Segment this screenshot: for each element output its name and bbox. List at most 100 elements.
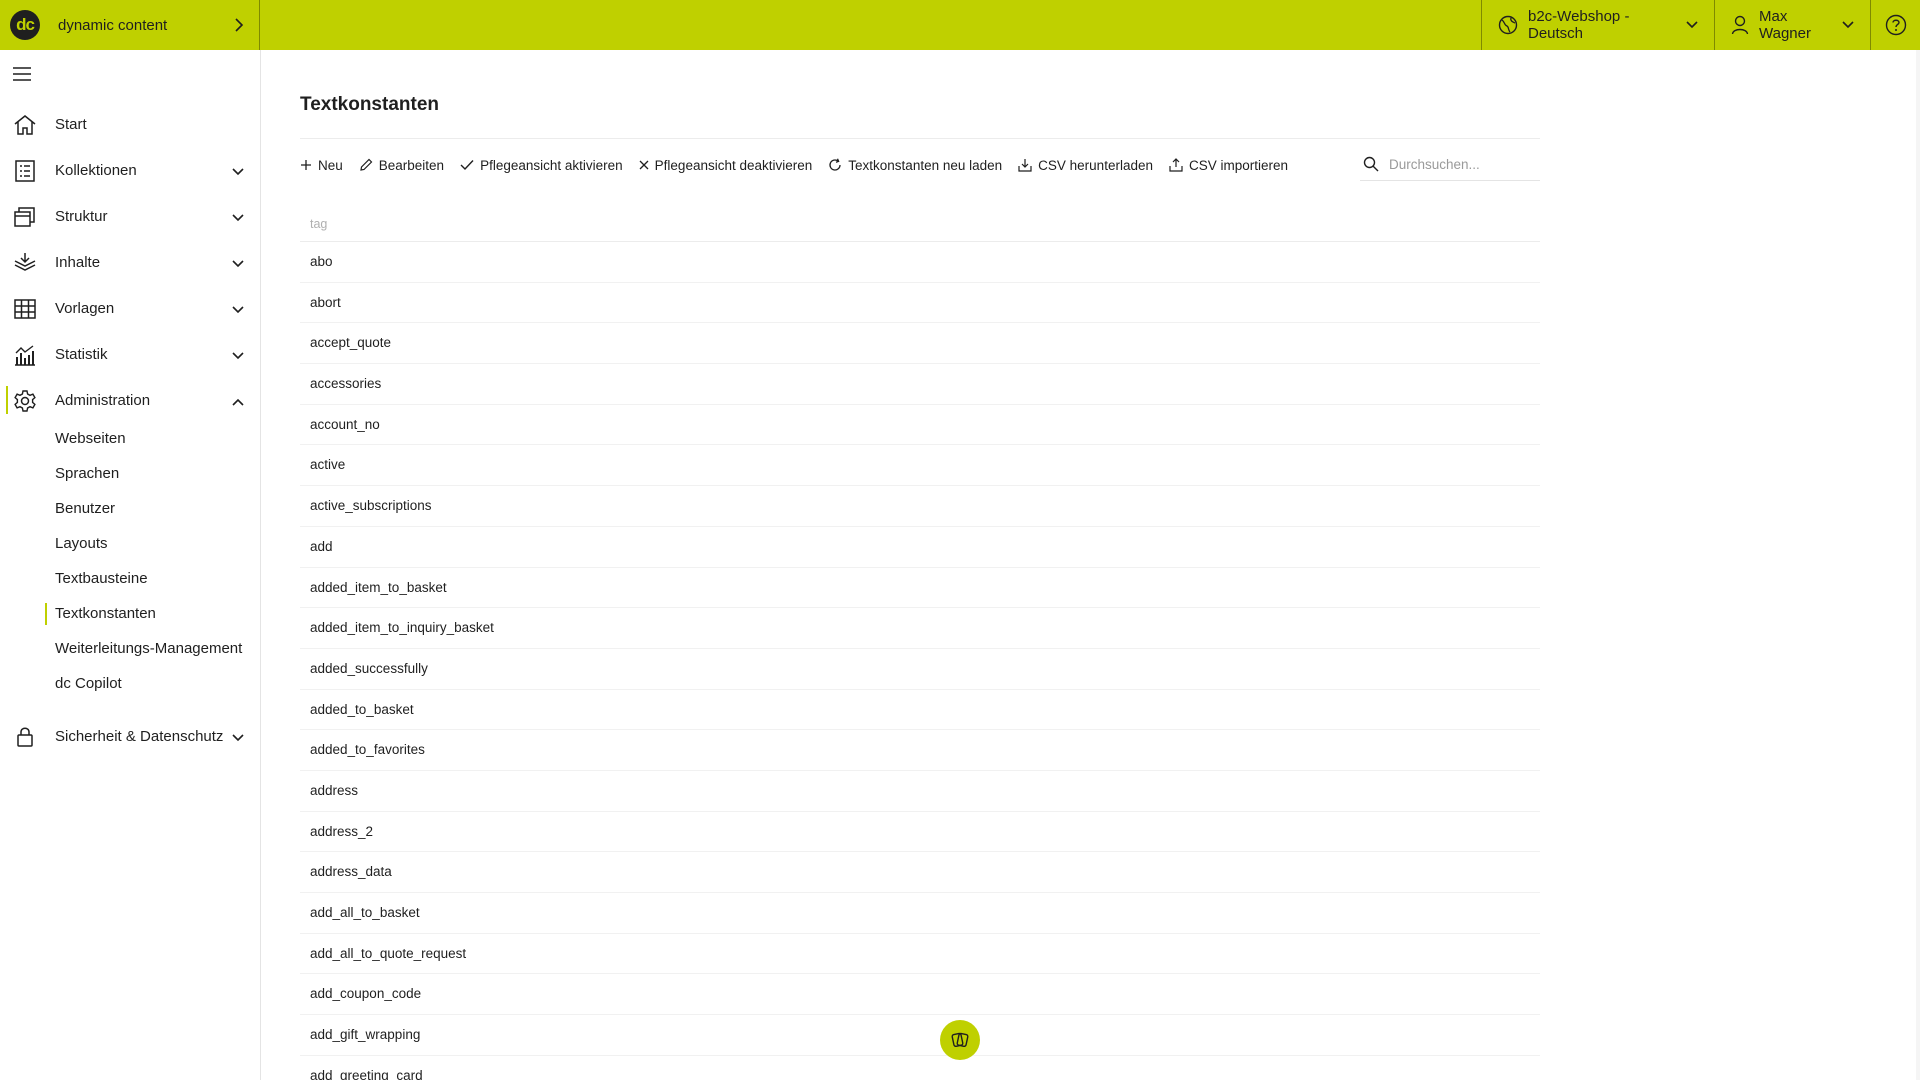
edit-button-label: Bearbeiten (378, 157, 445, 173)
new-button-label: Neu (318, 157, 343, 173)
pencil-icon (360, 158, 373, 171)
reload-button[interactable]: Textkonstanten neu laden (828, 158, 1002, 173)
help-button[interactable] (1870, 0, 1920, 50)
sidebar-item-vorlagen[interactable]: Vorlagen (0, 288, 260, 328)
copilot-icon (951, 1032, 969, 1048)
chevron-up-icon (232, 393, 244, 411)
sidebar-subitem-layouts[interactable]: Layouts (55, 533, 108, 555)
chevron-down-icon (232, 163, 244, 181)
deactivate-maintenance-label: Pflegeansicht deaktivieren (654, 157, 813, 173)
table-row[interactable]: add (300, 527, 1540, 568)
upload-icon (1169, 158, 1183, 172)
sidebar-item-label: Administration (55, 391, 151, 409)
chevron-right-icon (219, 18, 259, 32)
refresh-icon (829, 158, 841, 171)
chevron-down-icon (232, 729, 244, 747)
copilot-button[interactable] (940, 1020, 980, 1060)
content-icon (13, 251, 37, 275)
chevron-down-icon (1842, 21, 1854, 29)
check-icon (460, 160, 474, 171)
table-row[interactable]: added_to_favorites (300, 730, 1540, 771)
site-selector[interactable]: b2c-Webshop - Deutsch (1481, 0, 1714, 50)
csv-import-button[interactable]: CSV importieren (1169, 158, 1288, 173)
user-icon (1731, 15, 1749, 35)
sidebar-item-inhalte[interactable]: Inhalte (0, 242, 260, 282)
sidebar-subitem-weiterleitungs-management[interactable]: Weiterleitungs-Management (55, 638, 242, 660)
reload-button-label: Textkonstanten neu laden (848, 157, 1003, 173)
table-row[interactable]: abo (300, 242, 1540, 283)
csv-import-label: CSV importieren (1188, 157, 1289, 173)
sidebar-item-sicherheit[interactable]: Sicherheit & Datenschutz (0, 716, 260, 756)
sidebar-item-label: Start (55, 115, 87, 133)
sidebar-item-label: Kollektionen (55, 161, 137, 179)
chevron-down-icon (232, 347, 244, 365)
sidebar-item-label: Statistik (55, 345, 108, 363)
close-icon (639, 160, 649, 170)
chevron-down-icon (232, 255, 244, 273)
table-row[interactable]: added_successfully (300, 649, 1540, 690)
sidebar-subitem-benutzer[interactable]: Benutzer (55, 498, 115, 520)
divider (300, 138, 1540, 139)
chevron-down-icon (232, 209, 244, 227)
brand-name: dynamic content (58, 16, 168, 34)
table-row[interactable]: added_item_to_basket (300, 568, 1540, 609)
top-bar: dc dynamic content b2c-Webshop - Deutsch… (0, 0, 1920, 50)
edit-button[interactable]: Bearbeiten (359, 158, 444, 173)
table-row[interactable]: added_item_to_inquiry_basket (300, 608, 1540, 649)
chevron-down-icon (232, 301, 244, 319)
user-name: Max Wagner (1759, 8, 1811, 42)
home-icon (13, 113, 37, 137)
table-row[interactable]: add_all_to_basket (300, 893, 1540, 934)
chevron-down-icon (1686, 21, 1698, 29)
sidebar-subitem-sprachen[interactable]: Sprachen (55, 463, 119, 485)
csv-download-button[interactable]: CSV herunterladen (1018, 158, 1153, 173)
column-header-tag[interactable]: tag (300, 206, 1540, 242)
table-row[interactable]: abort (300, 283, 1540, 324)
new-button[interactable]: Neu (300, 158, 343, 173)
activate-maintenance-button[interactable]: Pflegeansicht aktivieren (460, 158, 623, 173)
table-row[interactable]: add_greeting_card (300, 1056, 1540, 1080)
table-row[interactable]: active_subscriptions (300, 486, 1540, 527)
sidebar-item-administration[interactable]: Administration (0, 380, 260, 420)
sidebar-item-label: Sicherheit & Datenschutz (55, 727, 224, 745)
sidebar-subitem-textbausteine[interactable]: Textbausteine (55, 568, 148, 590)
sidebar-item-struktur[interactable]: Struktur (0, 196, 260, 236)
textkonstanten-table: tag abo abort accept_quote accessories accou… (300, 206, 1540, 1080)
table-row[interactable]: add_coupon_code (300, 974, 1540, 1016)
deactivate-maintenance-button[interactable]: Pflegeansicht deaktivieren (639, 157, 813, 173)
sidebar-item-label: Inhalte (55, 253, 101, 271)
gear-icon (13, 389, 37, 413)
table-row[interactable]: accessories (300, 364, 1540, 405)
table-row[interactable]: added_to_basket (300, 690, 1540, 731)
table-row[interactable]: address_data (300, 852, 1540, 893)
table-row[interactable]: account_no (300, 405, 1540, 446)
table-row[interactable]: add_gift_wrapping (300, 1015, 1540, 1056)
sidebar-subitem-webseiten[interactable]: Webseiten (55, 428, 126, 450)
sidebar: Start Kollektionen Struktur Inhalte Vorl… (0, 50, 261, 1080)
sidebar-item-start[interactable]: Start (0, 104, 260, 144)
table-row[interactable]: add_all_to_quote_request (300, 934, 1540, 975)
chart-icon (13, 343, 37, 367)
scrollbar[interactable] (1916, 50, 1920, 1080)
plus-icon (301, 160, 311, 170)
table-body: abo abort accept_quote accessories account_n… (300, 242, 1540, 1080)
activate-maintenance-label: Pflegeansicht aktivieren (480, 157, 623, 173)
help-icon (1885, 14, 1907, 36)
sidebar-item-statistik[interactable]: Statistik (0, 334, 260, 374)
search-input[interactable] (1389, 156, 1529, 172)
lock-icon (13, 725, 37, 749)
dc-logo: dc (10, 10, 40, 40)
brand-switcher[interactable]: dc dynamic content (0, 0, 260, 50)
sidebar-subitem-textkonstanten[interactable]: Textkonstanten (45, 603, 156, 625)
table-row[interactable]: active (300, 445, 1540, 487)
table-row[interactable]: address (300, 771, 1540, 812)
sidebar-subitem-dc-copilot[interactable]: dc Copilot (55, 673, 122, 695)
table-row[interactable]: address_2 (300, 812, 1540, 853)
user-menu[interactable]: Max Wagner (1714, 0, 1870, 50)
structure-icon (13, 205, 37, 229)
sidebar-item-kollektionen[interactable]: Kollektionen (0, 150, 260, 190)
hamburger-menu-icon[interactable] (12, 66, 34, 84)
table-row[interactable]: accept_quote (300, 323, 1540, 365)
search-box (1360, 148, 1540, 181)
